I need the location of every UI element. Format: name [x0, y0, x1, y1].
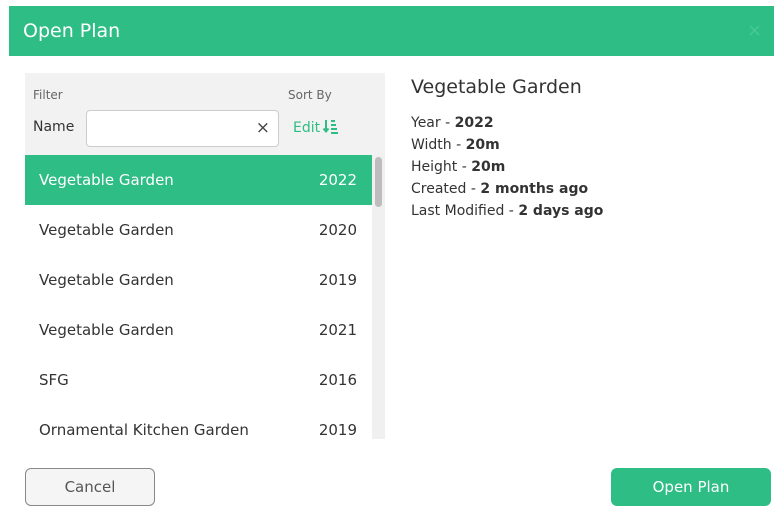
plan-name: Ornamental Kitchen Garden	[39, 421, 249, 439]
plan-year: 2019	[318, 421, 357, 439]
plan-list-panel: Filter Sort By Name × Edit Vegetable Gar…	[25, 73, 385, 439]
name-filter-input[interactable]	[93, 115, 257, 144]
edit-sort-label: Edit	[293, 120, 321, 136]
dialog-title: Open Plan	[23, 20, 121, 42]
list-item[interactable]: Vegetable Garden 2020	[25, 205, 372, 255]
modified-label: Last Modified -	[411, 203, 519, 219]
plan-year: 2019	[318, 271, 357, 289]
plan-year: 2016	[318, 371, 357, 389]
open-plan-dialog: Open Plan × Filter Sort By Name × Edit V…	[0, 0, 783, 518]
details-title: Vegetable Garden	[411, 76, 582, 98]
cancel-button[interactable]: Cancel	[25, 468, 155, 506]
list-item[interactable]: Vegetable Garden 2022	[25, 155, 372, 205]
list-item[interactable]: Vegetable Garden 2021	[25, 305, 372, 355]
height-value: 20m	[471, 159, 506, 175]
dialog-header: Open Plan ×	[9, 6, 774, 56]
plan-list: Vegetable Garden 2022 Vegetable Garden 2…	[25, 155, 372, 439]
plan-details: Vegetable Garden Year - 2022 Width - 20m…	[411, 76, 603, 222]
sort-by-label: Sort By	[288, 88, 332, 102]
close-icon[interactable]: ×	[747, 6, 762, 56]
plan-name: Vegetable Garden	[39, 321, 174, 339]
created-value: 2 months ago	[480, 181, 589, 197]
list-item[interactable]: Ornamental Kitchen Garden 2019	[25, 405, 372, 439]
list-item[interactable]: Vegetable Garden 2019	[25, 255, 372, 305]
details-height: Height - 20m	[411, 156, 603, 178]
plan-year: 2022	[318, 171, 357, 189]
width-label: Width -	[411, 137, 466, 153]
plan-name: Vegetable Garden	[39, 271, 174, 289]
plan-name: SFG	[39, 371, 69, 389]
sort-icon	[322, 120, 339, 134]
height-label: Height -	[411, 159, 472, 175]
open-plan-button[interactable]: Open Plan	[611, 468, 771, 506]
plan-name: Vegetable Garden	[39, 221, 174, 239]
list-item[interactable]: SFG 2016	[25, 355, 372, 405]
name-label: Name	[33, 119, 75, 135]
filter-label: Filter	[33, 88, 63, 102]
plan-year: 2020	[318, 221, 357, 239]
modified-value: 2 days ago	[518, 203, 604, 219]
name-filter-field: ×	[86, 110, 279, 147]
clear-icon[interactable]: ×	[256, 111, 270, 146]
width-value: 20m	[465, 137, 500, 153]
list-scrollbar[interactable]	[372, 155, 385, 439]
edit-sort-button[interactable]: Edit	[293, 119, 339, 136]
plan-name: Vegetable Garden	[39, 171, 174, 189]
details-created: Created - 2 months ago	[411, 178, 603, 200]
details-year: Year - 2022	[411, 112, 603, 134]
scrollbar-thumb[interactable]	[375, 157, 382, 207]
year-value: 2022	[454, 115, 494, 131]
created-label: Created -	[411, 181, 481, 197]
plan-year: 2021	[318, 321, 357, 339]
details-width: Width - 20m	[411, 134, 603, 156]
details-modified: Last Modified - 2 days ago	[411, 200, 603, 222]
year-label: Year -	[411, 115, 455, 131]
